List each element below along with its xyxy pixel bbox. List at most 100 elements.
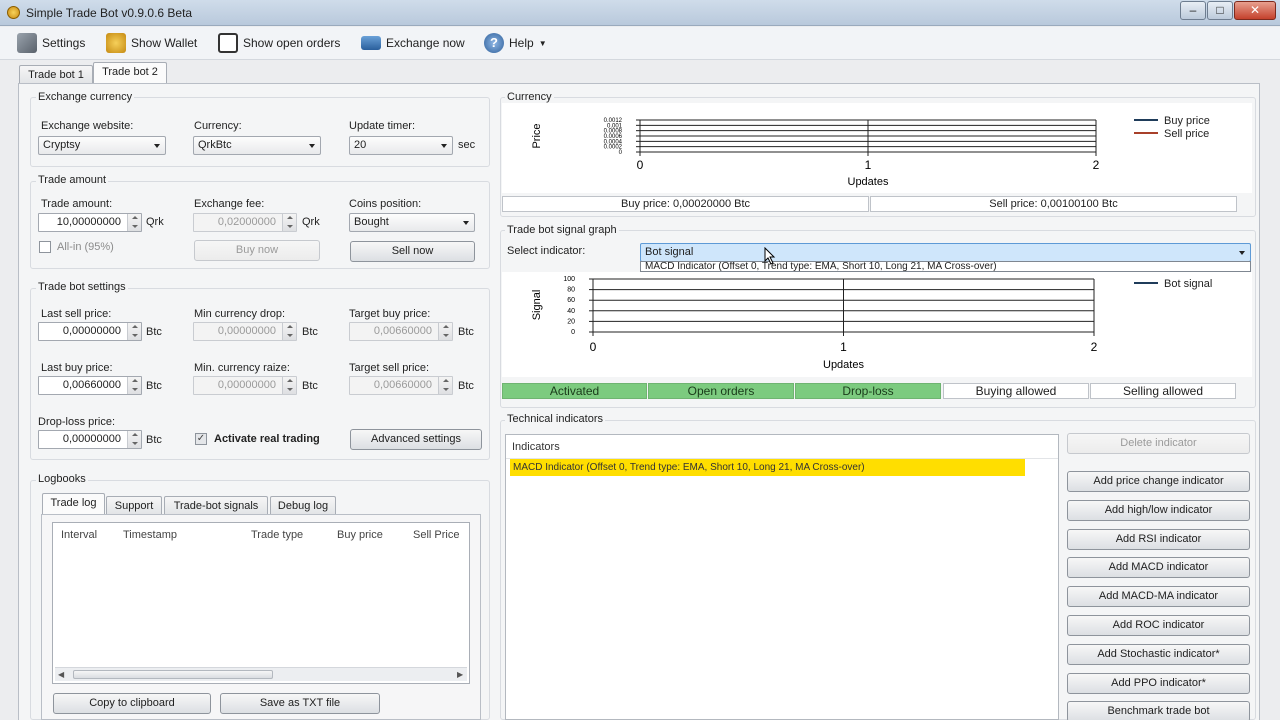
indicator-action-button[interactable]: Add MACD indicator: [1067, 557, 1250, 579]
website-label: Exchange website:: [41, 120, 134, 132]
save-as-txt-button[interactable]: Save as TXT file: [220, 693, 380, 714]
x-tick-label: 1: [865, 158, 872, 172]
scroll-thumb[interactable]: [73, 670, 273, 679]
y-tick-label: 0: [571, 329, 575, 336]
exchange-fee-input[interactable]: 0,02000000: [193, 213, 297, 232]
show-open-orders-button[interactable]: Show open orders: [218, 32, 340, 54]
indicator-action-button[interactable]: Benchmark trade bot: [1067, 701, 1250, 720]
y-axis-label: Price: [531, 123, 543, 148]
close-button[interactable]: ✕: [1234, 1, 1276, 20]
copy-to-clipboard-button[interactable]: Copy to clipboard: [53, 693, 211, 714]
tab-support[interactable]: Support: [106, 496, 162, 516]
indicator-select[interactable]: Bot signal: [640, 243, 1251, 262]
chevron-down-icon: [441, 144, 447, 148]
y-tick-label: 60: [567, 297, 575, 304]
exchange-fee-label: Exchange fee:: [194, 198, 265, 210]
x-tick-label: 2: [1091, 340, 1098, 354]
spinner-arrows-icon[interactable]: [282, 214, 296, 231]
sell-now-button[interactable]: Sell now: [350, 241, 475, 262]
orders-icon: [218, 33, 238, 53]
spinner-arrows-icon[interactable]: [282, 377, 296, 394]
min-raise-label: Min. currency raize:: [194, 362, 290, 374]
group-label: Technical indicators: [505, 413, 605, 425]
indicator-action-button[interactable]: Add PPO indicator*: [1067, 672, 1250, 694]
chevron-down-icon: ▼: [538, 38, 547, 48]
column-header[interactable]: Timestamp: [123, 529, 177, 541]
trade-log-table[interactable]: Interval Timestamp Trade type Buy price …: [52, 522, 470, 684]
group-label: Currency: [505, 91, 554, 103]
currency-chart: 0.0012 0.001 0.0008 0.0006 0.0004 0.0002 0 0 1 2 U…: [502, 103, 1252, 193]
spinner-arrows-icon[interactable]: [127, 323, 141, 340]
target-buy-input[interactable]: 0,00660000: [349, 322, 453, 341]
target-sell-input[interactable]: 0,00660000: [349, 376, 453, 395]
spinner-arrows-icon[interactable]: [438, 323, 452, 340]
show-wallet-button[interactable]: Show Wallet: [106, 32, 197, 54]
spinner-arrows-icon[interactable]: [127, 431, 141, 448]
indicator-action-button[interactable]: Add RSI indicator: [1067, 528, 1250, 550]
spinner-arrows-icon[interactable]: [282, 323, 296, 340]
delete-indicator-button[interactable]: Delete indicator: [1067, 433, 1250, 454]
last-buy-label: Last buy price:: [41, 362, 113, 374]
column-header[interactable]: Interval: [61, 529, 97, 541]
exchange-currency-group: [30, 97, 490, 167]
y-tick-label: 100: [563, 276, 575, 283]
min-drop-input[interactable]: 0,00000000: [193, 322, 297, 341]
update-timer-select[interactable]: 20: [349, 136, 453, 155]
column-header[interactable]: Sell Price: [413, 529, 459, 541]
last-sell-input[interactable]: 0,00000000: [38, 322, 142, 341]
tab-debug-log[interactable]: Debug log: [270, 496, 336, 516]
minimize-button[interactable]: –: [1180, 1, 1206, 20]
list-item[interactable]: MACD Indicator (Offset 0, Trend type: EM…: [510, 459, 1025, 476]
coins-position-select[interactable]: Bought: [349, 213, 475, 232]
all-in-checkbox[interactable]: [39, 241, 51, 253]
currency-select[interactable]: QrkBtc: [193, 136, 321, 155]
tab-trade-bot-signals[interactable]: Trade-bot signals: [164, 496, 268, 516]
maximize-button[interactable]: □: [1207, 1, 1233, 20]
target-buy-label: Target buy price:: [349, 308, 431, 320]
indicator-action-button[interactable]: Add price change indicator: [1067, 471, 1250, 492]
tab-trade-log[interactable]: Trade log: [42, 493, 105, 515]
exchange-now-button[interactable]: Exchange now: [361, 32, 465, 54]
spinner-arrows-icon[interactable]: [438, 377, 452, 394]
settings-button[interactable]: Settings: [17, 32, 85, 54]
column-header[interactable]: Trade type: [251, 529, 303, 541]
advanced-settings-button[interactable]: Advanced settings: [350, 429, 482, 450]
indicator-action-button[interactable]: Add ROC indicator: [1067, 615, 1250, 636]
tab-trade-bot-2[interactable]: Trade bot 2: [93, 62, 167, 84]
indicator-action-button[interactable]: Add MACD-MA indicator: [1067, 586, 1250, 608]
drop-loss-input[interactable]: 0,00000000: [38, 430, 142, 449]
last-buy-input[interactable]: 0,00660000: [38, 376, 142, 395]
indicator-dropdown-option[interactable]: MACD Indicator (Offset 0, Trend type: EM…: [640, 261, 1251, 272]
chevron-right-icon[interactable]: ▶: [457, 670, 463, 679]
column-header[interactable]: Buy price: [337, 529, 383, 541]
x-axis-label: Updates: [823, 359, 864, 371]
min-raise-input[interactable]: 0,00000000: [193, 376, 297, 395]
exchange-website-select[interactable]: Cryptsy: [38, 136, 166, 155]
trade-amount-input[interactable]: 10,00000000: [38, 213, 142, 232]
chevron-left-icon[interactable]: ◀: [58, 670, 64, 679]
legend-label: Buy price: [1164, 115, 1210, 127]
spinner-arrows-icon[interactable]: [127, 377, 141, 394]
signal-chart-svg: 100 80 60 40 20 0 0 1 2 Updates Signal Bot signal: [531, 276, 1212, 371]
horizontal-scrollbar[interactable]: ◀ ▶: [55, 667, 467, 681]
x-tick-label: 0: [637, 158, 644, 172]
status-drop-loss: Drop-loss: [795, 383, 941, 399]
x-tick-label: 1: [840, 340, 847, 354]
tab-trade-bot-1[interactable]: Trade bot 1: [19, 65, 93, 85]
update-timer-label: Update timer:: [349, 120, 416, 132]
mouse-cursor-icon: [764, 247, 776, 265]
btc-unit: Btc: [458, 380, 474, 392]
indicator-action-button[interactable]: Add high/low indicator: [1067, 499, 1250, 521]
app-icon: [7, 6, 20, 19]
chevron-down-icon: [154, 144, 160, 148]
help-menu[interactable]: ? Help ▼: [484, 32, 547, 54]
spinner-arrows-icon[interactable]: [127, 214, 141, 231]
y-tick-label: 20: [567, 318, 575, 325]
activate-trading-checkbox[interactable]: ✓: [195, 433, 207, 445]
currency-label: Currency:: [194, 120, 242, 132]
buy-now-button[interactable]: Buy now: [194, 240, 320, 261]
title-bar: Simple Trade Bot v0.9.0.6 Beta – □ ✕: [0, 0, 1280, 26]
price-chart-svg: 0.00120.0010.00080.00060.00040.000200 1 2U…: [531, 115, 1210, 188]
indicator-action-button[interactable]: Add Stochastic indicator*: [1067, 643, 1250, 665]
indicators-list[interactable]: Indicators MACD Indicator (Offset 0, Tre…: [505, 434, 1059, 720]
